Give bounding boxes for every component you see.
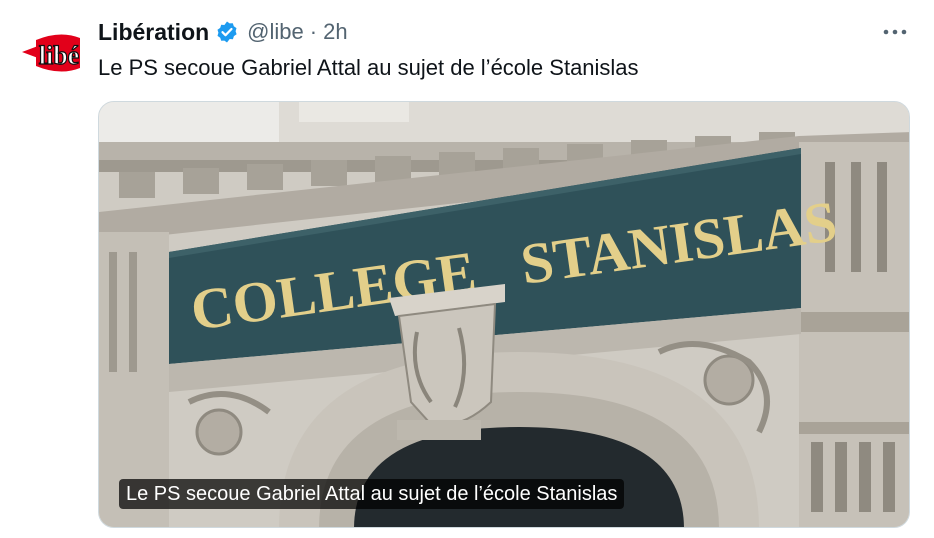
avatar[interactable]: libé (16, 18, 88, 90)
media-caption: Le PS secoue Gabriel Attal au sujet de l… (119, 479, 625, 509)
verified-badge-icon (215, 20, 239, 44)
tweet-text: Le PS secoue Gabriel Attal au sujet de l… (98, 55, 639, 80)
timestamp[interactable]: 2h (323, 19, 347, 45)
author-handle[interactable]: @libe (247, 19, 304, 45)
tweet-header: Libération @libe · 2h (98, 16, 348, 48)
tweet-media-image[interactable]: COLLEGE STANISLAS Le PS secoue Gabriel A… (98, 101, 910, 528)
author-name[interactable]: Libération (98, 19, 209, 46)
svg-text:libé: libé (39, 41, 79, 70)
college-stanislas-facade-image: COLLEGE STANISLAS (99, 102, 909, 527)
more-options-icon[interactable] (880, 18, 910, 46)
liberation-logo: libé (22, 34, 80, 72)
separator-dot: · (309, 19, 318, 44)
